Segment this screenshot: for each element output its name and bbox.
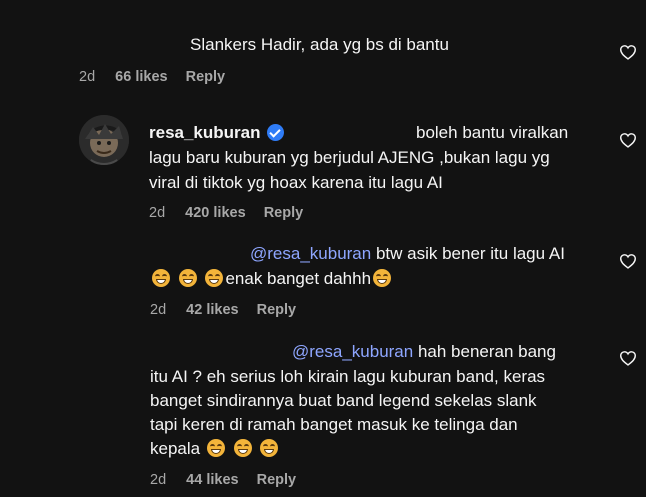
comment-text: hah beneran bang [413, 342, 556, 361]
reply-button[interactable]: Reply [257, 302, 297, 318]
comment-line: @resa_kuburan btw asik bener itu lagu AI [250, 242, 565, 266]
grinning-squinting-face-emoji [152, 269, 170, 287]
heart-icon[interactable] [619, 253, 637, 269]
grinning-squinting-face-emoji [178, 269, 197, 287]
grinning-squinting-face-emoji [233, 439, 252, 457]
comment-line: @resa_kuburan hah beneran bang [292, 340, 556, 364]
comment-text: btw asik bener itu lagu AI [371, 244, 565, 263]
comment-meta: 2d 42 likes Reply [150, 302, 296, 318]
mention-link[interactable]: @resa_kuburan [292, 342, 413, 361]
comment-time: 2d [149, 205, 166, 221]
comment-meta: 2d 44 likes Reply [150, 472, 296, 488]
grinning-squinting-face-emoji [373, 269, 392, 287]
heart-icon[interactable] [619, 132, 637, 148]
avatar-image [79, 115, 129, 165]
mention-link[interactable]: @resa_kuburan [250, 244, 371, 263]
comment-author: resa_kuburan [149, 121, 284, 145]
grinning-squinting-face-emoji [260, 439, 279, 457]
comment-time: 2d [150, 472, 167, 488]
comment-line: boleh bantu viralkan [416, 123, 569, 142]
comment-line: enak banget dahhh [150, 267, 393, 291]
likes-count[interactable]: 66 likes [115, 69, 167, 85]
grinning-squinting-face-emoji [206, 439, 225, 457]
comment-text: kepala [150, 439, 201, 458]
comment-line: lagu baru kuburan yg berjudul AJENG ,buk… [149, 148, 550, 167]
comment-line: tapi keren di ramah banget masuk ke teli… [150, 415, 518, 434]
username[interactable]: resa_kuburan [149, 123, 261, 142]
comment-line: itu AI ? eh serius loh kirain lagu kubur… [150, 367, 546, 386]
comment-text: Slankers Hadir, ada yg bs di bantu [190, 35, 449, 54]
verified-badge-icon [266, 124, 284, 141]
likes-count[interactable]: 44 likes [186, 472, 238, 488]
heart-icon[interactable] [619, 44, 637, 60]
comment-meta: 2d 420 likes Reply [149, 205, 303, 221]
comment-time: 2d [150, 302, 167, 318]
reply-button[interactable]: Reply [264, 205, 304, 221]
comment-time: 2d [79, 69, 96, 85]
likes-count[interactable]: 420 likes [185, 205, 245, 221]
reply-button[interactable]: Reply [257, 472, 297, 488]
comment-line: kepala [150, 437, 280, 461]
comment-line: banget sindirannya buat band legend seke… [150, 391, 537, 410]
likes-count[interactable]: 42 likes [186, 302, 238, 318]
comment-text: enak banget dahhh [225, 269, 372, 288]
grinning-squinting-face-emoji [205, 269, 224, 287]
reply-button[interactable]: Reply [186, 69, 226, 85]
comment-line: viral di tiktok yg hoax karena itu lagu … [149, 173, 443, 192]
heart-icon[interactable] [619, 350, 637, 366]
comment-meta: 2d 66 likes Reply [79, 69, 225, 85]
avatar[interactable] [79, 115, 129, 165]
